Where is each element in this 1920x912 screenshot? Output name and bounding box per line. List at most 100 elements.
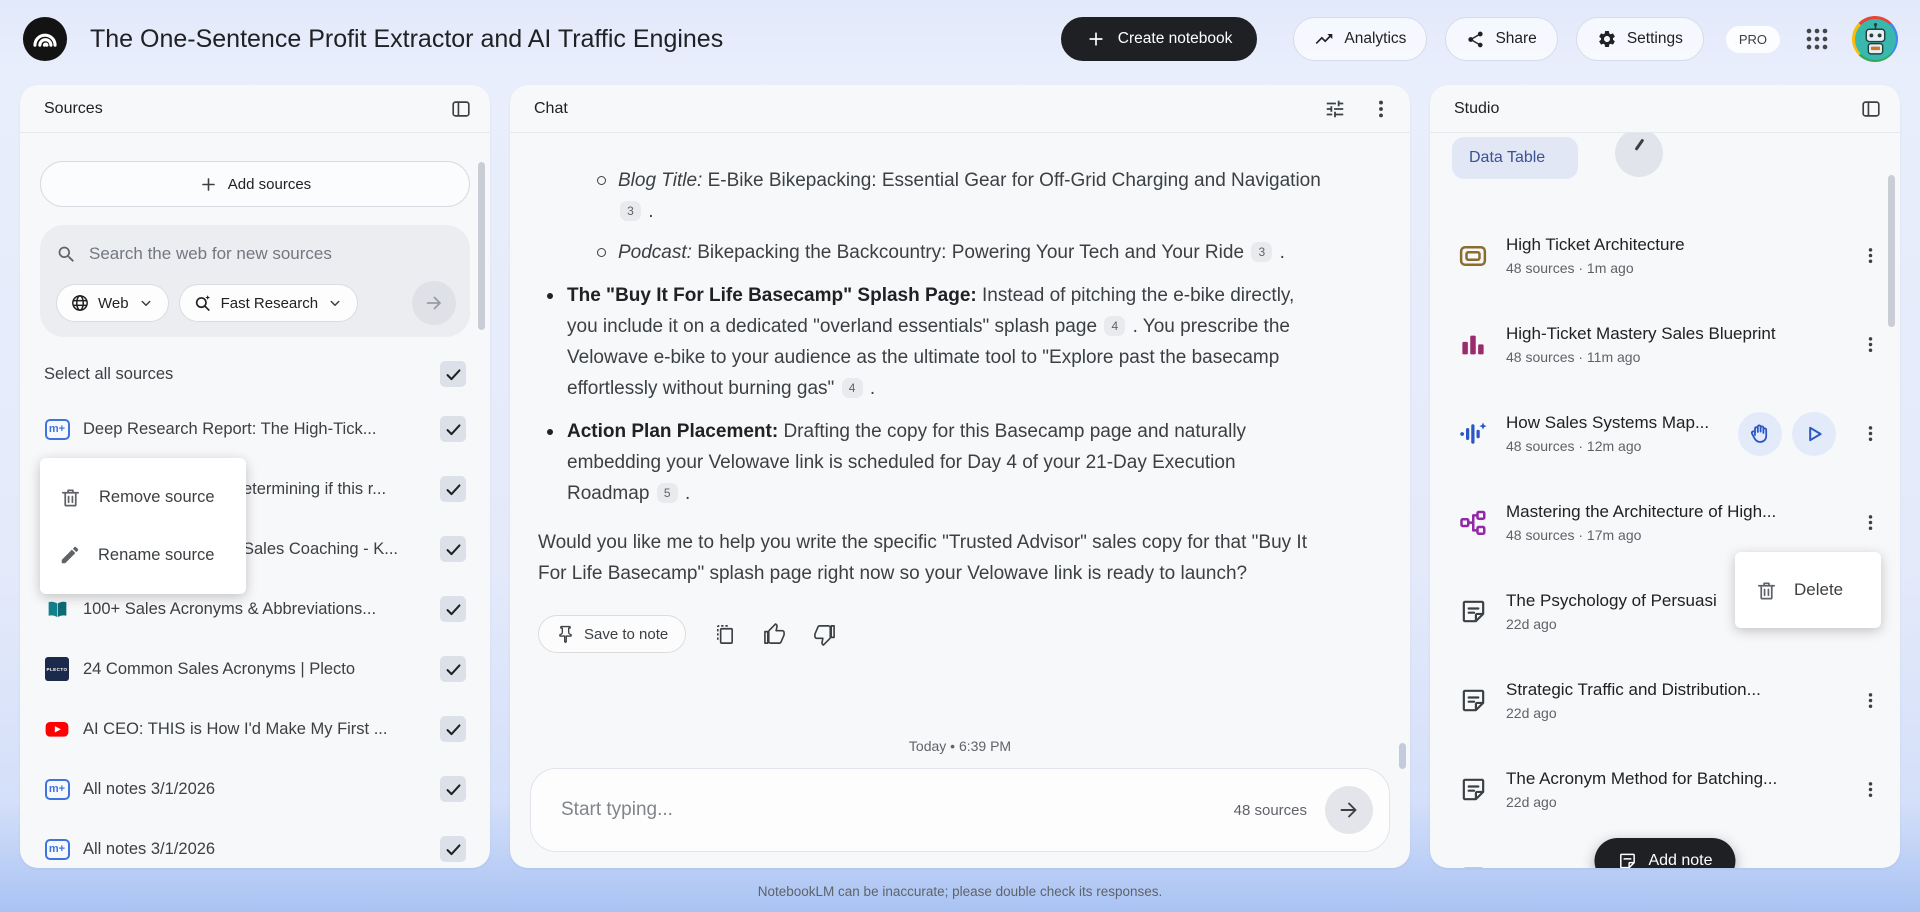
- notebooklm-logo-icon[interactable]: [22, 16, 68, 62]
- add-note-label: Add note: [1648, 852, 1713, 868]
- source-list-item[interactable]: AI CEO: THIS is How I'd Make My First ..…: [40, 699, 470, 759]
- source-list-item[interactable]: m+ All notes 3/1/2026: [40, 819, 470, 868]
- create-notebook-button[interactable]: Create notebook: [1060, 17, 1258, 61]
- item-more-menu-icon[interactable]: [1856, 506, 1884, 540]
- source-list-item[interactable]: PLECTO 24 Common Sales Acronyms | Plecto: [40, 639, 470, 699]
- item-more-menu-icon[interactable]: [1856, 862, 1884, 869]
- share-icon: [1466, 30, 1485, 49]
- citation-chip[interactable]: 4: [1104, 316, 1126, 336]
- source-title: 100+ Sales Acronyms & Abbreviations...: [83, 599, 377, 618]
- web-filter-dropdown[interactable]: Web: [56, 284, 169, 322]
- chat-input[interactable]: [561, 799, 1216, 821]
- web-filter-label: Web: [98, 294, 129, 312]
- flashcards-icon: [1456, 239, 1490, 273]
- data-table-chip[interactable]: Data Table: [1452, 137, 1578, 179]
- research-mode-dropdown[interactable]: Fast Research: [178, 284, 359, 322]
- item-more-menu-icon[interactable]: [1856, 328, 1884, 362]
- analytics-label: Analytics: [1344, 30, 1407, 47]
- note-icon: [1456, 595, 1490, 629]
- source-checkbox[interactable]: [440, 656, 466, 682]
- play-button[interactable]: [1792, 411, 1836, 456]
- source-list-item[interactable]: m+ Deep Research Report: The High-Tick...: [40, 399, 470, 459]
- source-list-item[interactable]: m+ All notes 3/1/2026: [40, 759, 470, 819]
- item-more-menu-icon[interactable]: [1856, 684, 1884, 718]
- sources-scrollbar[interactable]: [478, 162, 485, 330]
- studio-list-item[interactable]: How Sales Systems Map... 48 sources · 12m…: [1456, 389, 1884, 478]
- source-checkbox[interactable]: [440, 776, 466, 802]
- analytics-button[interactable]: Analytics: [1293, 17, 1428, 61]
- source-checkbox[interactable]: [440, 416, 466, 442]
- source-title: All notes 3/1/2026: [83, 779, 216, 798]
- trending-up-icon: [1314, 29, 1334, 49]
- source-context-menu: Remove source Rename source: [40, 458, 246, 594]
- copy-icon[interactable]: [713, 623, 736, 646]
- chat-message: The "Buy It For Life Basecamp" Splash Pa…: [538, 280, 1322, 404]
- studio-list-item[interactable]: High-Ticket Mastery Sales Blueprint 48 so…: [1456, 300, 1884, 389]
- studio-list-item[interactable]: High Ticket Architecture 48 sources · 1m …: [1456, 211, 1884, 300]
- collapse-panel-icon[interactable]: [1860, 98, 1882, 120]
- studio-item-title: How Sales Systems Map...: [1506, 413, 1710, 432]
- save-to-note-button[interactable]: Save to note: [538, 615, 687, 653]
- message-text: Bikepacking the Backcountry: Powering Yo…: [691, 242, 1250, 263]
- remove-source-menu-item[interactable]: Remove source: [40, 468, 246, 526]
- share-button[interactable]: Share: [1445, 17, 1558, 61]
- add-sources-button[interactable]: Add sources: [40, 161, 470, 207]
- notebook-source-icon: m+: [44, 416, 70, 442]
- sources-panel-header: Sources: [20, 85, 490, 133]
- studio-list-item[interactable]: Strategic Traffic and Distribution... 22d…: [1456, 656, 1884, 745]
- google-apps-grid-icon[interactable]: [1806, 28, 1828, 50]
- note-icon: [1617, 851, 1637, 868]
- message-text: Would you like me to help you write the …: [538, 532, 1307, 584]
- delete-menu-item[interactable]: Delete: [1735, 552, 1881, 628]
- book-favicon: [44, 596, 70, 622]
- citation-chip[interactable]: 3: [1251, 242, 1273, 262]
- studio-item-meta: 48 sources · 1m ago: [1506, 260, 1634, 276]
- rename-source-menu-item[interactable]: Rename source: [40, 526, 246, 584]
- settings-button[interactable]: Settings: [1575, 17, 1704, 61]
- studio-item-title: The Acronym Method for Batching...: [1506, 769, 1778, 788]
- chat-message: Podcast: Bikepacking the Backcountry: Po…: [538, 237, 1322, 268]
- source-checkbox[interactable]: [440, 716, 466, 742]
- source-checkbox[interactable]: [440, 836, 466, 862]
- chat-settings-tune-icon[interactable]: [1324, 98, 1346, 120]
- share-label: Share: [1495, 30, 1537, 47]
- sources-panel-title: Sources: [44, 99, 103, 117]
- citation-chip[interactable]: 5: [656, 483, 678, 503]
- item-more-menu-icon[interactable]: [1856, 417, 1884, 451]
- collapse-panel-icon[interactable]: [450, 98, 472, 120]
- open-output-button[interactable]: [1615, 133, 1663, 177]
- notebook-source-icon: m+: [44, 776, 70, 802]
- item-more-menu-icon[interactable]: [1856, 239, 1884, 273]
- chat-panel: Chat Blog Title: E-Bike Bikepacking: Ess…: [510, 85, 1410, 868]
- citation-chip[interactable]: 3: [620, 201, 641, 221]
- send-message-button[interactable]: [1325, 786, 1373, 834]
- thumbs-down-icon[interactable]: [813, 623, 836, 646]
- chat-messages: Blog Title: E-Bike Bikepacking: Essentia…: [538, 165, 1382, 589]
- studio-panel-title: Studio: [1454, 99, 1500, 117]
- notebook-title[interactable]: The One-Sentence Profit Extractor and AI…: [90, 25, 723, 54]
- save-to-note-label: Save to note: [584, 625, 669, 643]
- chat-response-actions: Save to note: [538, 615, 1382, 653]
- sources-panel: Sources Add sources Search the web for n…: [20, 85, 490, 868]
- citation-chip[interactable]: 4: [841, 378, 863, 398]
- chat-scrollbar[interactable]: [1399, 743, 1406, 769]
- chat-more-menu-icon[interactable]: [1370, 98, 1392, 120]
- interactive-mode-button[interactable]: [1738, 411, 1782, 456]
- item-more-menu-icon[interactable]: [1856, 773, 1884, 807]
- message-text: Action Plan Placement:: [567, 421, 779, 442]
- studio-scrollbar[interactable]: [1888, 175, 1895, 327]
- web-search-input[interactable]: [89, 244, 456, 264]
- create-notebook-label: Create notebook: [1117, 30, 1233, 47]
- source-checkbox[interactable]: [440, 476, 466, 502]
- add-note-button[interactable]: Add note: [1594, 838, 1736, 868]
- avatar-robot-image: [1854, 18, 1896, 60]
- fast-research-icon: [193, 293, 213, 313]
- remove-source-label: Remove source: [99, 487, 215, 506]
- account-avatar[interactable]: [1852, 16, 1898, 62]
- search-submit-button[interactable]: [412, 281, 456, 325]
- source-checkbox[interactable]: [440, 596, 466, 622]
- thumbs-up-icon[interactable]: [763, 622, 786, 646]
- studio-list-item[interactable]: The Acronym Method for Batching... 22d ag…: [1456, 745, 1884, 834]
- source-checkbox[interactable]: [440, 536, 466, 562]
- select-all-checkbox[interactable]: [440, 361, 466, 387]
